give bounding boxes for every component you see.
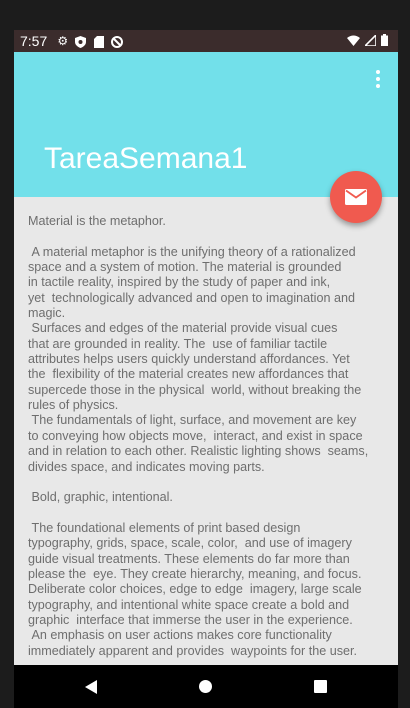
gear-icon: ⚙ <box>57 33 69 48</box>
no-sync-icon <box>111 35 124 48</box>
navigation-bar <box>14 665 398 708</box>
page-title: TareaSemana1 <box>44 142 248 175</box>
status-bar: 7:57 ⚙ <box>14 30 398 52</box>
shield-icon <box>75 35 87 48</box>
recents-icon[interactable] <box>314 680 327 693</box>
device-frame-right <box>396 0 410 708</box>
back-icon[interactable] <box>85 679 97 694</box>
status-time: 7:57 <box>20 33 48 49</box>
sd-card-icon <box>93 35 104 48</box>
device-screen: 7:57 ⚙ TareaSemana1 Material is the meta… <box>0 0 410 708</box>
wifi-icon <box>347 33 360 49</box>
scroll-content[interactable]: Material is the metaphor. A material met… <box>14 197 398 665</box>
more-vert-icon[interactable] <box>374 70 382 88</box>
email-icon <box>345 189 367 205</box>
device-frame-left <box>0 0 14 708</box>
home-icon[interactable] <box>199 680 212 693</box>
signal-icon <box>363 33 377 49</box>
body-text: Material is the metaphor. A material met… <box>28 214 369 658</box>
email-fab-button[interactable] <box>330 171 382 223</box>
battery-icon <box>381 33 388 49</box>
